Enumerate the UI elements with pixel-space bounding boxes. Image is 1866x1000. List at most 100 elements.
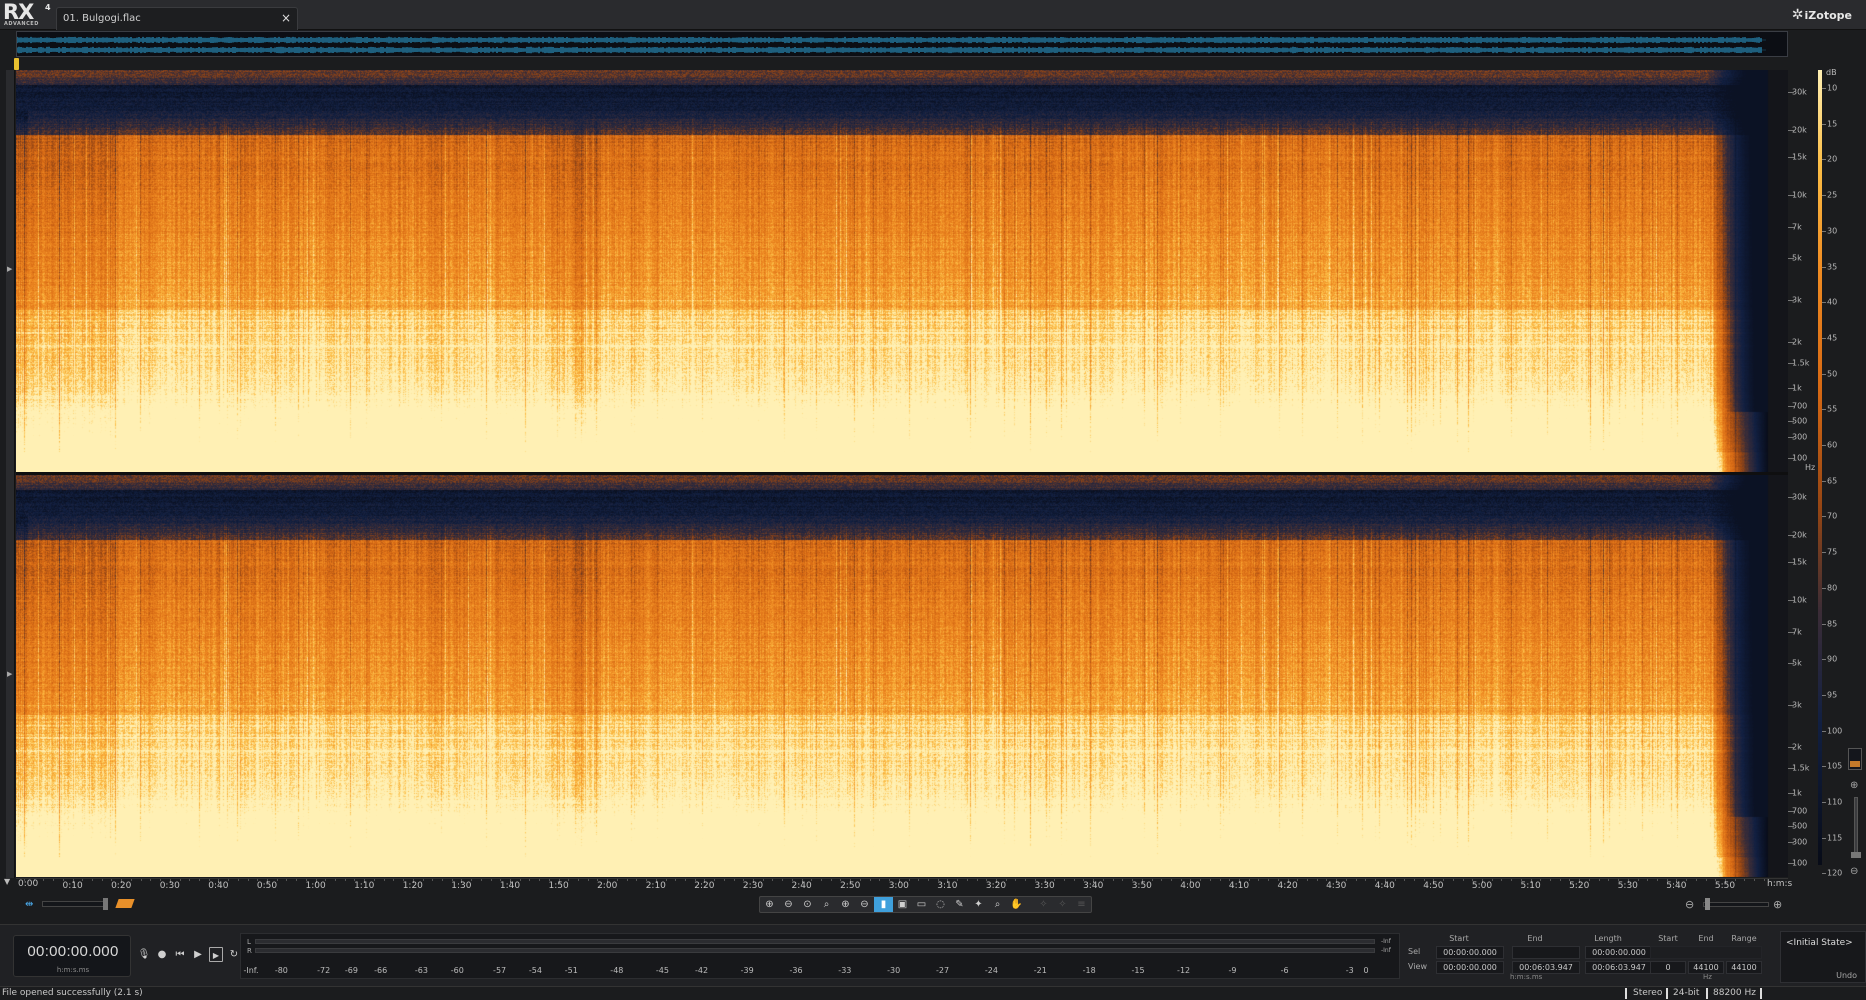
- vertical-zoom-navigator-fill: [1850, 761, 1860, 767]
- frequency-header: End: [1698, 934, 1714, 943]
- time-display[interactable]: 00:00:00.000 h:m:s.ms: [13, 935, 131, 977]
- overview-zoom-thumb[interactable]: [103, 898, 108, 910]
- meter-scale-label: -24: [984, 966, 998, 975]
- time-label: 5:20: [1569, 881, 1590, 891]
- horizontal-zoom-slider[interactable]: [1703, 902, 1769, 907]
- db-tick: [1822, 445, 1826, 446]
- collapse-down-icon[interactable]: ▼: [4, 877, 10, 886]
- frequency-label: 2k: [1792, 742, 1802, 752]
- playhead-marker[interactable]: [14, 58, 19, 70]
- undo-state-item[interactable]: <Initial State>: [1786, 938, 1853, 948]
- time-minor-tick: [1141, 879, 1143, 881]
- time-minor-tick: [801, 879, 803, 881]
- overview-zoom-slider[interactable]: [42, 901, 108, 907]
- play-selection-button[interactable]: ▶: [209, 947, 223, 962]
- time-minor-tick: [198, 879, 200, 881]
- selection-cell[interactable]: 00:00:00.000: [1436, 946, 1504, 959]
- record-button[interactable]: ●: [155, 947, 169, 962]
- meter-scale-label: -Inf.: [243, 966, 259, 975]
- status-bar: File opened successfully (2.1 s) Stereo …: [0, 986, 1866, 1000]
- time-ruler[interactable]: 0:10 0:20 0:30 0:40 0:50 1:00 1:10 1:20 1:30 1:40…: [16, 878, 1788, 894]
- frequency-ruler-right[interactable]: 30k 20k 15k 10k 7k 5k 3k 2k 1.5k 1k 700 500 300 100: [1788, 475, 1818, 877]
- spectrogram-channel-left[interactable]: [16, 70, 1788, 472]
- frequency-ruler-left[interactable]: 30k 20k 15k 10k 7k 5k 3k 2k 1.5k 1k 700 500 300 100: [1788, 70, 1818, 472]
- zoom-in-vertical-icon[interactable]: ⊕: [1850, 780, 1858, 791]
- zoom-time-tool-icon[interactable]: ⊕: [836, 897, 855, 912]
- channel-left-arrow-icon[interactable]: ▶: [7, 265, 12, 273]
- meter-scale-label: -21: [1033, 966, 1047, 975]
- time-minor-tick: [1482, 879, 1483, 881]
- vertical-zoom-navigator[interactable]: [1848, 748, 1862, 770]
- meter-scale-label: -51: [564, 966, 578, 975]
- overview-waveform[interactable]: [16, 31, 1788, 57]
- selection-cell[interactable]: 00:00:00.000: [1436, 961, 1504, 974]
- channel-right-arrow-icon[interactable]: ▶: [7, 670, 12, 678]
- rect-select-tool-icon[interactable]: ▣: [893, 897, 912, 912]
- record-monitor-button[interactable]: 🎙: [137, 947, 151, 962]
- meter-peak-right: -Inf: [1381, 947, 1391, 954]
- time-label: 5:30: [1617, 881, 1638, 891]
- time-minor-tick: [908, 879, 910, 881]
- horizontal-zoom-thumb[interactable]: [1705, 898, 1710, 910]
- zoom-freq-tool-icon[interactable]: ⊖: [855, 897, 874, 912]
- status-message: File opened successfully (2.1 s): [2, 988, 143, 998]
- hand-tool-icon[interactable]: ✋: [1007, 897, 1026, 912]
- undo-history[interactable]: <Initial State> Undo: [1780, 931, 1866, 983]
- time-label: 4:30: [1326, 881, 1347, 891]
- time-minor-tick: [1588, 879, 1590, 881]
- horizontal-fit-icon[interactable]: ⇹: [25, 899, 33, 910]
- zoom-out-vertical-icon[interactable]: ⊖: [1850, 866, 1858, 877]
- play-button[interactable]: ▶: [191, 947, 205, 962]
- db-tick: [1822, 837, 1826, 839]
- zoom-out-tool-icon[interactable]: ⊖: [779, 897, 798, 912]
- selection-header: End: [1527, 934, 1543, 943]
- zoom-in-tool-icon[interactable]: ⊕: [760, 897, 779, 912]
- time-ruler-unit: h:m:s: [1767, 879, 1793, 889]
- selection-cell[interactable]: 00:00:00.000: [1585, 946, 1653, 959]
- zoom-fit-tool-icon[interactable]: ⊙: [798, 897, 817, 912]
- time-minor-tick: [1229, 879, 1231, 881]
- time-minor-tick: [1530, 879, 1532, 881]
- time-minor-tick: [996, 879, 997, 881]
- vertical-zoom-thumb[interactable]: [1851, 852, 1861, 858]
- db-tick: [1822, 730, 1826, 732]
- time-minor-tick: [568, 879, 570, 881]
- spectrogram-toggle-icon[interactable]: [115, 899, 135, 908]
- frequency-cell[interactable]: 0: [1650, 961, 1686, 974]
- frequency-cell[interactable]: 44100: [1726, 961, 1762, 974]
- time-label: 5:10: [1520, 881, 1541, 891]
- lasso-tool-icon[interactable]: ◌: [931, 897, 950, 912]
- freq-select-tool-icon[interactable]: ▭: [912, 897, 931, 912]
- izotope-brand: ✲iZotope: [1792, 7, 1852, 23]
- time-label: 3:50: [1131, 881, 1152, 891]
- time-minor-tick: [539, 879, 541, 881]
- zoom-selection-tool-icon[interactable]: ⌕: [817, 897, 836, 912]
- close-tab-icon[interactable]: ×: [281, 11, 291, 25]
- magic-wand-tool-icon[interactable]: ✦: [969, 897, 988, 912]
- frequency-label: 30k: [1792, 492, 1807, 502]
- zoom-lens-tool-icon[interactable]: ⌕: [988, 897, 1007, 912]
- time-select-tool-icon[interactable]: ▮: [874, 897, 893, 912]
- zoom-in-horizontal-icon[interactable]: ⊕: [1773, 898, 1782, 911]
- frequency-header: Start: [1658, 934, 1678, 943]
- selection-header: Length: [1594, 934, 1622, 943]
- time-label: 0:20: [111, 881, 132, 891]
- db-label: 85: [1827, 619, 1838, 628]
- frequency-label: 30k: [1792, 87, 1807, 97]
- loop-button[interactable]: ↻: [227, 947, 241, 962]
- spectrogram-channel-right[interactable]: [16, 475, 1788, 877]
- grid-tool-icon[interactable]: ≡: [1072, 897, 1091, 912]
- vertical-zoom-slider[interactable]: [1854, 797, 1858, 857]
- time-label: 1:30: [451, 881, 472, 891]
- zoom-out-horizontal-icon[interactable]: ⊖: [1685, 898, 1694, 911]
- rewind-button[interactable]: ⏮: [173, 947, 187, 962]
- harmonic-select-tool-icon[interactable]: ✧: [1034, 897, 1053, 912]
- selection-cell[interactable]: 00:06:03.947: [1585, 961, 1653, 974]
- file-tab[interactable]: 01. Bulgogi.flac ×: [56, 7, 298, 30]
- meter-left-label: L: [247, 938, 251, 946]
- snap-tool-icon[interactable]: ✧: [1053, 897, 1072, 912]
- db-tick: [1822, 123, 1826, 125]
- selection-cell[interactable]: [1512, 946, 1580, 959]
- brush-tool-icon[interactable]: ✎: [950, 897, 969, 912]
- time-minor-tick: [1637, 879, 1639, 881]
